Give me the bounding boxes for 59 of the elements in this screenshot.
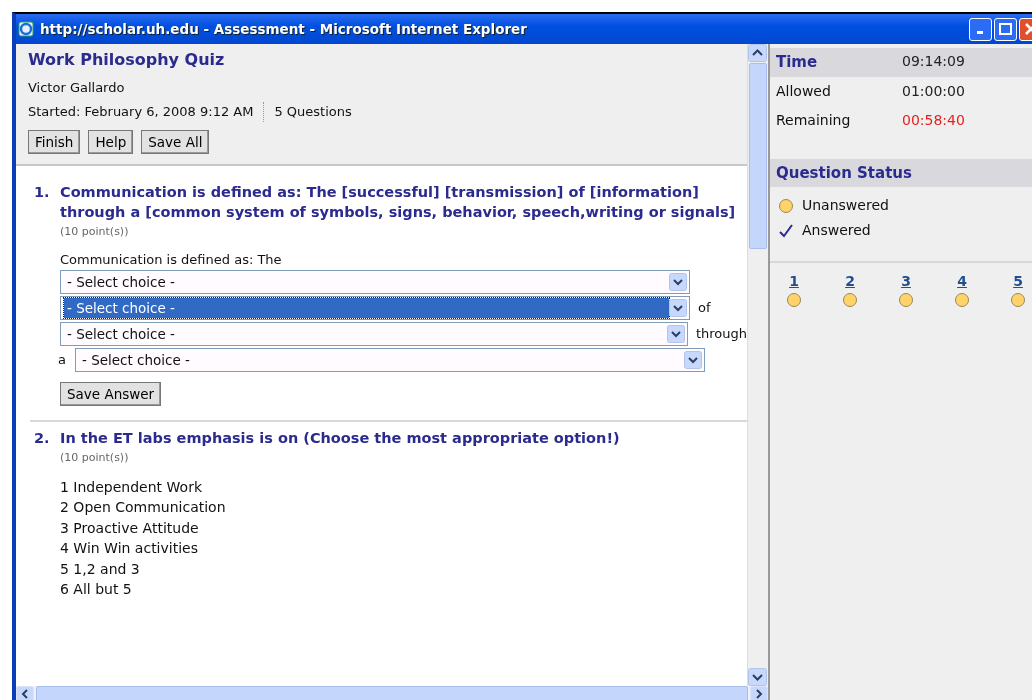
status-heading: Question Status [776, 162, 912, 184]
timer-value: 01:00:00 [902, 81, 965, 101]
dropdown-caret-icon[interactable] [669, 298, 687, 317]
timer-value: 00:58:40 [902, 110, 965, 130]
scroll-up-icon[interactable] [748, 44, 767, 62]
dropdown-caret-icon[interactable] [669, 272, 687, 291]
answer-option: 2 Open Communication [60, 497, 747, 518]
maximize-icon[interactable] [999, 23, 1012, 35]
legend-label: Answered [802, 221, 871, 240]
points-label: (10 point(s)) [60, 223, 130, 240]
toolbar-button[interactable]: Help [88, 129, 134, 154]
dropdown-caret-icon[interactable] [684, 350, 702, 369]
scroll-down-icon[interactable] [748, 668, 767, 686]
question-text: Communication is defined as: The [successful] [transmission] of [information] through a [common system of symbols, signs, behavior, speech,writing or signals] [60, 182, 737, 222]
timer-label: Allowed [776, 81, 832, 101]
quiz-title: Work Philosophy Quiz [28, 49, 226, 71]
current-time: 09:14:09 [902, 52, 965, 71]
unanswered-dot-icon [778, 197, 794, 214]
points-label: (10 point(s)) [60, 450, 130, 466]
answer-option: 6 All but 5 [60, 579, 747, 600]
question-number: 2. [34, 429, 51, 448]
scroll-left-icon[interactable] [16, 686, 34, 700]
answer-dropdown[interactable]: - Select choice - [75, 347, 705, 372]
answer-option: 3 Proactive Attitude [60, 517, 747, 538]
blank-prefix: a [58, 351, 67, 369]
legend-label: Unanswered [802, 196, 889, 215]
window-title: http://scholar.uh.edu - Assessment - Microsoft Internet Explorer [39, 19, 528, 39]
blank-suffix: through [695, 325, 747, 343]
student-name: Victor Gallardo [28, 79, 126, 97]
minimize-button[interactable] [969, 17, 992, 41]
timer-label: Remaining [776, 110, 852, 130]
question-link[interactable]: 2 [845, 271, 855, 292]
browser-icon [18, 21, 34, 37]
question-link[interactable]: 5 [1013, 271, 1023, 292]
blank-suffix: of [698, 299, 711, 317]
check-icon [778, 222, 794, 239]
scroll-thumb[interactable] [749, 63, 767, 249]
question-link[interactable]: 1 [789, 271, 799, 292]
answer-dropdown[interactable]: - Select choice - [60, 321, 688, 346]
toolbar-button[interactable]: Save All [141, 129, 210, 154]
answer-option: 1 Independent Work [60, 476, 747, 497]
scroll-right-icon[interactable] [750, 686, 768, 700]
answer-option: 4 Win Win activities [60, 538, 747, 559]
answer-dropdown[interactable]: - Select choice - [60, 295, 690, 320]
blank-intro: Communication is defined as: The [60, 251, 283, 270]
question-link[interactable]: 4 [957, 271, 967, 292]
maximize-button[interactable] [994, 17, 1017, 41]
answer-option: 5 1,2 and 3 [60, 558, 747, 579]
question-text: In the ET labs emphasis is on (Choose the most appropriate option!) [60, 429, 620, 448]
start-time: Started: February 6, 2008 9:12 AM [28, 102, 254, 121]
question-link[interactable]: 3 [901, 271, 911, 292]
vertical-scrollbar[interactable] [747, 44, 768, 686]
dropdown-caret-icon[interactable] [666, 324, 685, 343]
question-number: 1. [34, 182, 51, 202]
question-count: 5 Questions [274, 102, 352, 121]
time-heading: Time [776, 52, 819, 73]
toolbar-button[interactable]: Finish [28, 129, 81, 154]
answer-dropdown[interactable]: - Select choice - [60, 269, 690, 294]
save-answer-button[interactable]: Save Answer [60, 381, 162, 406]
